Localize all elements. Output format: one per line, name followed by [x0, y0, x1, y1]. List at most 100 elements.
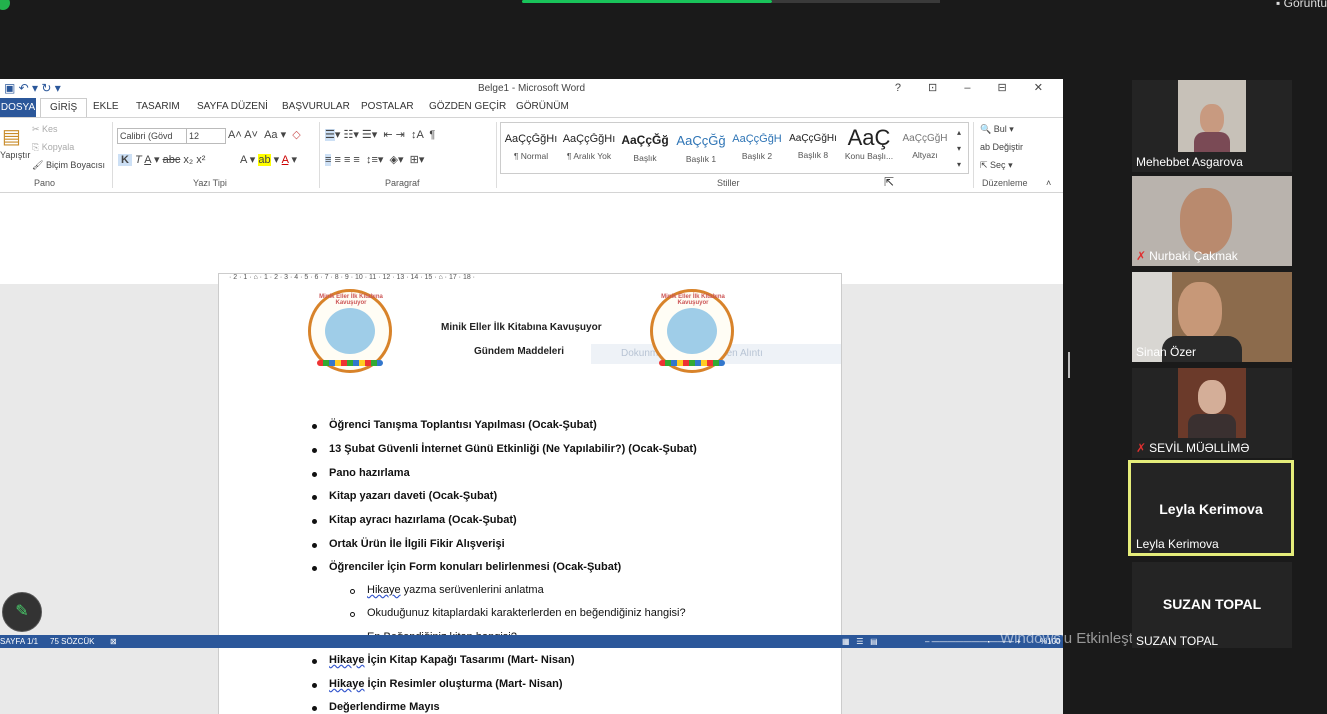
list-bullet [312, 519, 317, 524]
align-left-icon[interactable]: ≡ [325, 154, 332, 166]
list-bullet [312, 566, 317, 571]
font-size-select[interactable]: 12 [186, 128, 226, 144]
participant-display-name: SUZAN TOPAL [1162, 596, 1262, 612]
list-item: Kitap ayracı hazırlama (Ocak-Şubat) [329, 514, 517, 526]
style-title[interactable]: AaÇçĞğ Başlık [617, 123, 673, 173]
select-button[interactable]: ⇱ Seç ▾ [980, 160, 1013, 171]
replace-button[interactable]: ab Değiştir [980, 142, 1023, 152]
misspelled-word[interactable]: Hikaye [329, 678, 364, 690]
panel-splitter[interactable] [1068, 352, 1070, 378]
tab-file[interactable]: DOSYA [0, 98, 36, 117]
list-text: İçin Resimler oluşturma (Mart- Nisan) [364, 678, 563, 690]
highlight-icon[interactable]: ab [258, 154, 271, 166]
ribbon-separator [112, 122, 113, 188]
security-shield-icon[interactable] [0, 0, 10, 10]
participant-video [1178, 80, 1246, 152]
participant-face [1180, 188, 1232, 254]
sublist-item: Okuduğunuz kitaplardaki karakterlerden e… [367, 607, 686, 619]
mouse-cursor-icon: ⇱ [884, 175, 895, 189]
font-name-select[interactable]: Calibri (Gövd [117, 128, 187, 144]
participant-name: SUZAN TOPAL [1136, 634, 1219, 648]
underline-button[interactable]: A [144, 154, 151, 166]
project-logo-left: Minik Eller İlk Kitabına Kavuşuyor [308, 289, 392, 373]
participant-tile[interactable]: SUZAN TOPAL SUZAN TOPAL [1132, 562, 1292, 648]
tab-home[interactable]: GİRİŞ [40, 98, 88, 117]
strikethrough-button[interactable]: abc [163, 154, 181, 166]
list-buttons[interactable]: ☰▾ ☷▾ ☰▾ ⇤ ⇥ ↕A ¶ [325, 128, 435, 141]
document-page[interactable]: Minik Eller İlk Kitabına Kavuşuyor Minik… [218, 284, 842, 714]
style-normal[interactable]: AaÇçĞğHı ¶ Normal [503, 123, 559, 173]
view-mode-buttons[interactable]: ▦ ☰ ▤ [842, 637, 878, 646]
proofing-icon[interactable]: ⊠ [110, 637, 117, 646]
list-item: Kitap yazarı daveti (Ocak-Şubat) [329, 490, 498, 502]
tab-insert[interactable]: EKLE [93, 101, 119, 112]
editing-group-label: Düzenleme [982, 178, 1028, 188]
share-progress-track [772, 0, 940, 3]
style-subject-title[interactable]: AaÇ Konu Başlı... [841, 123, 897, 173]
document-canvas: Minik Eller İlk Kitabına Kavuşuyor Minik… [0, 284, 1063, 714]
style-preview: AaÇçĞğ [621, 133, 669, 147]
font-color-buttons[interactable]: A ▾ ab ▾ A ▾ [240, 153, 297, 166]
styles-group-label: Stiller [717, 178, 740, 188]
font-color-icon[interactable]: A [282, 154, 289, 166]
misspelled-word[interactable]: Hikaye [329, 654, 364, 666]
style-subtitle[interactable]: AaÇçĞğH Altyazı [897, 123, 953, 173]
muted-mic-icon: ✗ [1136, 249, 1147, 263]
cut-button[interactable]: ✂ Kes [32, 124, 58, 135]
page-count[interactable]: SAYFA 1/1 [0, 637, 38, 646]
cut-label: Kes [42, 124, 58, 134]
find-button[interactable]: 🔍 Bul ▾ [980, 124, 1014, 135]
clipboard-group-label: Pano [34, 178, 56, 188]
logo-dots [317, 360, 383, 366]
tab-layout[interactable]: SAYFA DÜZENİ [197, 101, 268, 112]
font-grow-shrink-buttons[interactable]: A˄ A˅ Aa ▾ ◇ [228, 128, 301, 141]
participant-tile[interactable]: Mehebbet Asgarova [1132, 80, 1292, 172]
view-options-button[interactable]: ▪ Görüntü [1276, 0, 1327, 10]
tab-mailings[interactable]: POSTALAR [361, 101, 414, 112]
tab-references[interactable]: BAŞVURULAR [282, 101, 350, 112]
list-bullet [312, 543, 317, 548]
meeting-top-bar: ▪ Görüntü [0, 0, 1327, 10]
word-window: ▣ ↶ ▾ ↻ ▾ Belge1 - Microsoft Word ? ⊡ – … [0, 79, 1063, 714]
bold-button[interactable]: K [118, 154, 132, 166]
participant-name: Leyla Kerimova [1136, 537, 1219, 551]
participant-name: Mehebbet Asgarova [1136, 155, 1243, 169]
copy-button[interactable]: ⎘ Kopyala [32, 142, 74, 153]
clear-format-icon[interactable]: ◇ [292, 129, 300, 141]
doc-heading: Minik Eller İlk Kitabına Kavuşuyor [441, 322, 602, 333]
format-painter-button[interactable]: 🖌 Biçim Boyacısı [32, 160, 105, 171]
word-count[interactable]: 75 SÖZCÜK [50, 637, 94, 646]
participant-tile[interactable]: Sinan Özer [1132, 272, 1292, 362]
style-no-spacing[interactable]: AaÇçĞğHı ¶ Aralık Yok [561, 123, 617, 173]
participant-tile[interactable]: ✗ SEVİL MÜƏLLİMƏ [1132, 368, 1292, 458]
replace-label: Değiştir [992, 142, 1024, 152]
list-item: 13 Şubat Güvenli İnternet Günü Etkinliği… [329, 443, 697, 455]
misspelled-word[interactable]: Hikaye [367, 584, 401, 596]
active-speaker-tile[interactable]: Leyla Kerimova Leyla Kerimova [1128, 460, 1294, 556]
style-preview: AaÇçĞğH [902, 133, 948, 144]
style-heading-8[interactable]: AaÇçĞğHı Başlık 8 [785, 123, 841, 173]
annotate-pen-button[interactable]: ✎ [2, 592, 42, 632]
logo-text: Minik Eller İlk Kitabına Kavuşuyor [319, 294, 383, 306]
participant-name-row: ✗ Nurbaki Çakmak [1136, 249, 1238, 263]
ribbon-separator [319, 122, 320, 188]
tab-design[interactable]: TASARIM [136, 101, 180, 112]
styles-scroll-buttons[interactable]: ▴ ▾ ▾ [957, 125, 961, 173]
paste-button-label[interactable]: Yapıştır [0, 150, 30, 160]
list-item: Değerlendirme Mayıs [329, 701, 440, 713]
style-heading-1[interactable]: AaÇçĞğ Başlık 1 [673, 123, 729, 173]
paste-icon[interactable]: ▤ [2, 124, 21, 149]
bullet-list-icon[interactable]: ☰ [325, 129, 335, 141]
tab-view[interactable]: GÖRÜNÜM [516, 101, 569, 112]
font-format-buttons[interactable]: K T A ▾ abc x₂ x² [118, 153, 205, 166]
italic-button[interactable]: T [135, 154, 142, 166]
project-logo-right: Minik Eller İlk Kitabına Kavuşuyor [650, 289, 734, 373]
participant-tile[interactable]: ✗ Nurbaki Çakmak [1132, 176, 1292, 266]
alignment-buttons[interactable]: ≡ ≡ ≡ ≡ ↕≡▾ ◈▾ ⊞▾ [325, 153, 424, 166]
style-heading-2[interactable]: AaÇçĞğH Başlık 2 [729, 123, 785, 173]
collapse-ribbon-icon[interactable]: ˄ [1046, 178, 1051, 188]
list-item: Hikaye İçin Kitap Kapağı Tasarımı (Mart-… [329, 654, 575, 666]
window-controls[interactable]: ? ⊡ – ⊟ ✕ [895, 81, 1055, 94]
tab-review[interactable]: GÖZDEN GEÇİR [429, 101, 506, 112]
style-preview: AaÇçĞğHı [504, 133, 558, 145]
